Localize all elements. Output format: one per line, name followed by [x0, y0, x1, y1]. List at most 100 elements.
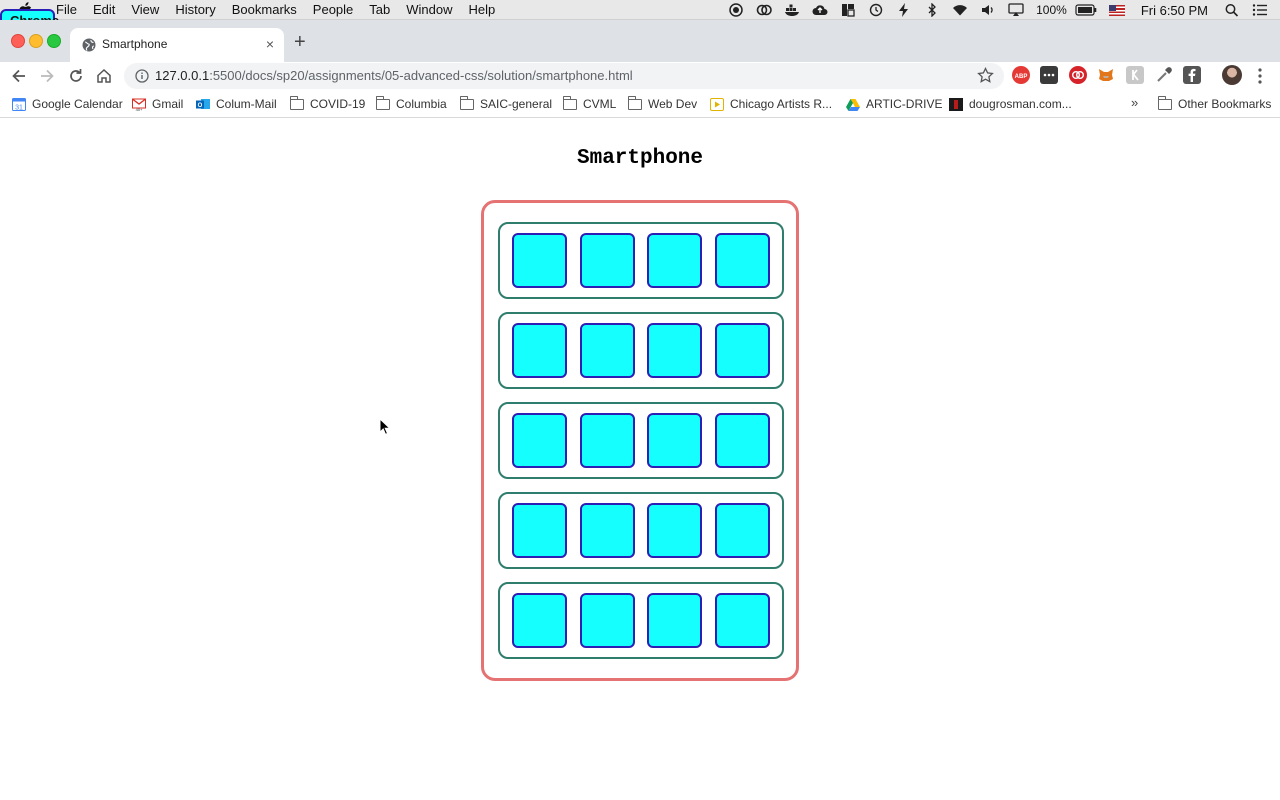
bookmark-columbia[interactable]: Columbia: [375, 95, 447, 113]
bookmark-star-icon[interactable]: [977, 67, 994, 84]
time-machine-icon[interactable]: [868, 3, 884, 17]
bookmark-label: ARTIC-DRIVE: [866, 97, 943, 111]
app-icon: [714, 323, 770, 378]
adblock-plus-icon[interactable]: ABP: [1012, 66, 1030, 84]
menubar-clock[interactable]: Fri 6:50 PM: [1141, 3, 1208, 18]
bookmark-label: Colum-Mail: [216, 97, 277, 111]
notification-center-icon[interactable]: [1252, 3, 1268, 17]
window-minimize-button[interactable]: [29, 34, 43, 48]
app-icon: [647, 233, 702, 288]
docker-icon[interactable]: [784, 3, 800, 17]
app-icon: [579, 413, 635, 468]
bookmark-other-bookmarks[interactable]: Other Bookmarks: [1157, 95, 1272, 113]
macos-menubar: Chrome File Edit View History Bookmarks …: [0, 0, 1280, 64]
profile-avatar[interactable]: [1222, 65, 1242, 85]
site-icon: [949, 97, 963, 111]
reload-icon[interactable]: [66, 66, 86, 86]
app-icon: [714, 233, 770, 288]
app-row: [498, 492, 784, 569]
home-icon[interactable]: [94, 66, 114, 86]
app-icon: [512, 323, 567, 378]
globe-icon: [82, 38, 96, 52]
tab-smartphone[interactable]: Smartphone ×: [70, 28, 284, 62]
outlook-icon: O: [196, 98, 210, 109]
chrome-menu-icon[interactable]: [1256, 67, 1264, 85]
bookmark-gmail[interactable]: 40+ Gmail: [132, 95, 183, 113]
menu-edit[interactable]: Edit: [85, 0, 123, 20]
lightning-icon[interactable]: [896, 3, 912, 17]
facebook-icon[interactable]: [1183, 66, 1201, 84]
bookmark-label: COVID-19: [310, 97, 366, 111]
app-icon: [647, 503, 702, 558]
bookmark-label: Other Bookmarks: [1178, 97, 1272, 111]
bookmark-label: Columbia: [396, 97, 447, 111]
svg-text:ABP: ABP: [1015, 74, 1028, 80]
record-icon[interactable]: [728, 3, 744, 17]
cloud-upload-icon[interactable]: [812, 3, 828, 17]
svg-text:31: 31: [15, 104, 23, 111]
volume-icon[interactable]: [980, 3, 996, 17]
windows-grid-icon[interactable]: [840, 3, 856, 17]
input-source-flag-icon[interactable]: [1108, 4, 1125, 16]
extension-grey-icon[interactable]: [1126, 66, 1144, 84]
wifi-icon[interactable]: [952, 3, 968, 17]
bookmark-chicago-artists[interactable]: Chicago Artists R...: [710, 95, 832, 113]
extension-dots-icon[interactable]: [1040, 66, 1058, 84]
back-icon[interactable]: [9, 66, 29, 86]
url-text[interactable]: 127.0.0.1:5500/docs/sp20/assignments/05-…: [155, 68, 633, 83]
bookmark-label: Web Dev: [648, 97, 698, 111]
mouse-cursor-icon: [379, 418, 391, 435]
menu-history[interactable]: History: [167, 0, 223, 20]
battery-icon[interactable]: [1075, 3, 1097, 17]
forward-icon[interactable]: [37, 66, 57, 86]
tab-close-icon[interactable]: ×: [266, 36, 274, 52]
menu-window[interactable]: Window: [398, 0, 460, 20]
svg-text:40+: 40+: [136, 107, 143, 111]
menu-help[interactable]: Help: [461, 0, 504, 20]
bookmark-label: SAIC-general: [480, 97, 553, 111]
bookmark-cvml[interactable]: CVML: [562, 95, 617, 113]
new-tab-button[interactable]: +: [294, 32, 306, 52]
metamask-fox-icon[interactable]: [1097, 66, 1115, 84]
menu-view[interactable]: View: [123, 0, 167, 20]
address-bar[interactable]: 127.0.0.1:5500/docs/sp20/assignments/05-…: [124, 63, 1004, 89]
bookmark-google-calendar[interactable]: 31 Google Calendar: [12, 95, 123, 113]
menu-people[interactable]: People: [305, 0, 361, 20]
spotlight-search-icon[interactable]: [1224, 3, 1240, 17]
app-icon: [579, 323, 635, 378]
folder-icon: [1157, 95, 1172, 110]
folder-icon: [562, 95, 577, 110]
app-icon: [579, 503, 635, 558]
url-host: 127.0.0.1: [155, 68, 210, 83]
bookmark-label: CVML: [583, 97, 617, 111]
bookmark-web-dev[interactable]: Web Dev: [627, 95, 698, 113]
bookmark-colum-mail[interactable]: O Colum-Mail: [196, 95, 277, 113]
folder-icon: [459, 95, 474, 110]
eyedropper-icon[interactable]: [1155, 66, 1173, 84]
folder-icon: [289, 95, 304, 110]
folder-icon: [627, 95, 642, 110]
app-row: [498, 312, 784, 389]
window-zoom-button[interactable]: [47, 34, 61, 48]
menu-bookmarks[interactable]: Bookmarks: [224, 0, 305, 20]
bookmark-saic-general[interactable]: SAIC-general: [459, 95, 553, 113]
app-icon: [714, 593, 770, 648]
bookmark-label: Chicago Artists R...: [730, 97, 833, 111]
bluetooth-icon[interactable]: [924, 3, 940, 17]
creative-cloud-extension-icon[interactable]: [1069, 66, 1087, 84]
bookmarks-overflow-icon[interactable]: »: [1131, 95, 1138, 110]
app-icon: [647, 413, 702, 468]
bookmark-covid-19[interactable]: COVID-19: [289, 95, 366, 113]
window-close-button[interactable]: [11, 34, 25, 48]
bookmark-dougrosman[interactable]: dougrosman.com...: [949, 95, 1072, 113]
menu-tab[interactable]: Tab: [361, 0, 398, 20]
folder-icon: [375, 95, 390, 110]
site-info-icon[interactable]: [135, 69, 149, 83]
creative-cloud-icon[interactable]: [756, 3, 772, 17]
app-icon: [579, 233, 635, 288]
airplay-icon[interactable]: [1008, 3, 1024, 17]
page-title: Smartphone: [576, 147, 704, 170]
page-content: Smartphone: [0, 118, 1280, 800]
bookmark-artic-drive[interactable]: ARTIC-DRIVE: [846, 95, 942, 113]
bookmark-label: Gmail: [152, 97, 184, 111]
